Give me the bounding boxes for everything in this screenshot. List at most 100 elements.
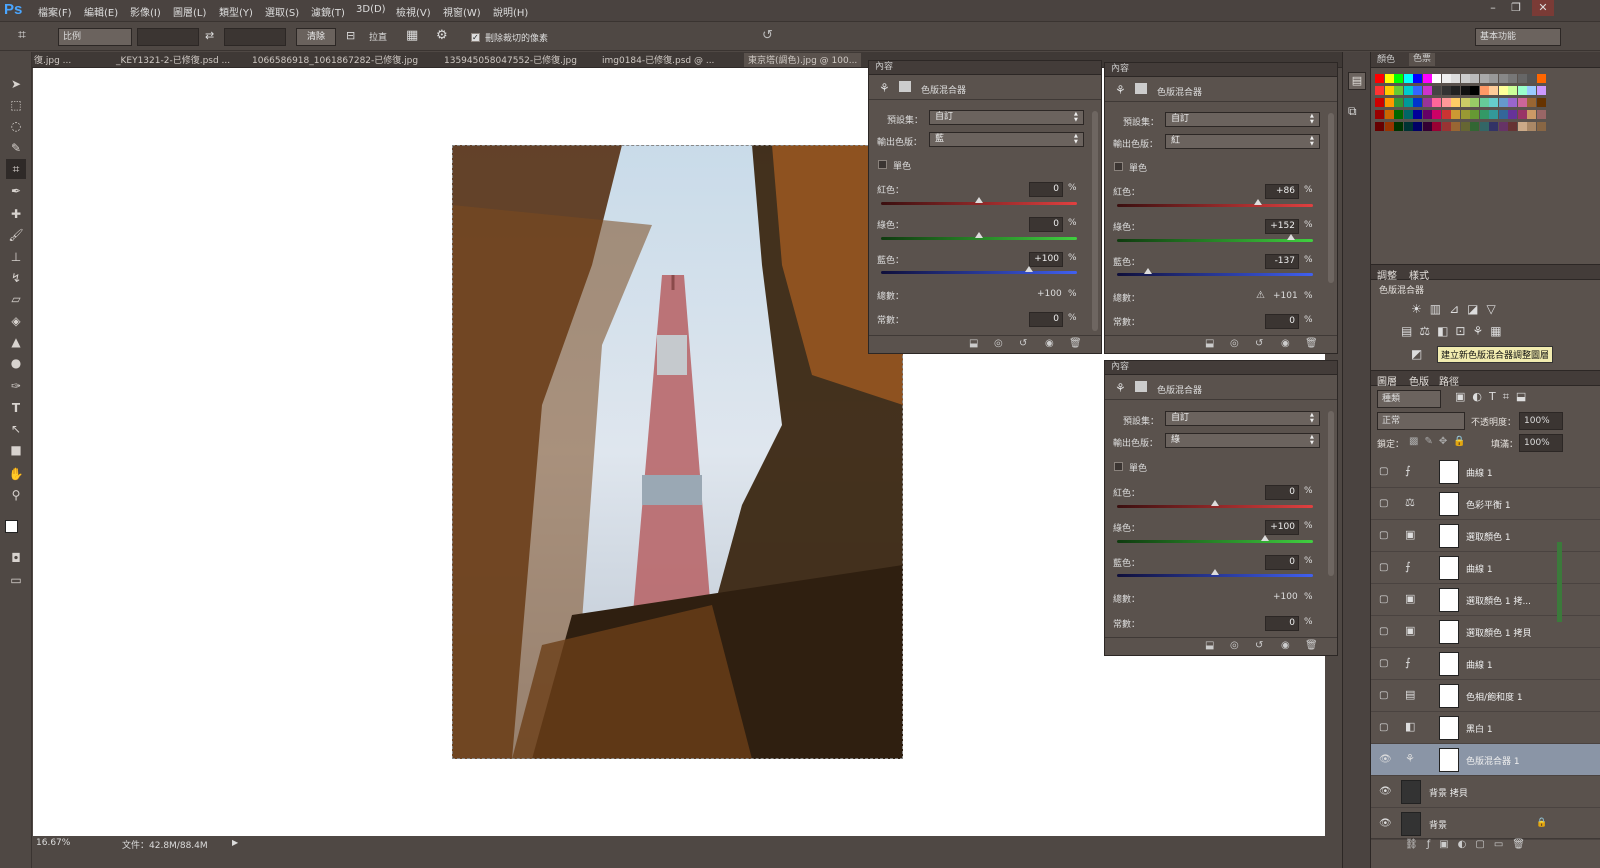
preset-select[interactable]: 自訂 — [1165, 411, 1320, 426]
color-swatch[interactable] — [1498, 86, 1508, 95]
trash-icon[interactable]: 🗑 — [1305, 640, 1318, 651]
red-slider-thumb[interactable] — [975, 197, 983, 203]
visibility-icon[interactable]: ◉ — [1281, 338, 1290, 349]
color-swatch[interactable] — [1460, 86, 1470, 95]
layer-kind-filter[interactable]: 種類 — [1377, 390, 1441, 408]
color-swatch[interactable] — [1479, 74, 1489, 83]
layer-row[interactable]: ▢ ⨍ 曲線 1 — [1371, 456, 1600, 488]
doc-tab[interactable]: _KEY1321-2-已修復.psd ... — [116, 53, 230, 67]
output-channel-select[interactable]: 紅 — [1165, 134, 1320, 149]
reset-icon[interactable]: ↺ — [762, 28, 773, 43]
layer-mask-thumbnail[interactable] — [1439, 716, 1459, 740]
color-swatch[interactable] — [1384, 110, 1394, 119]
preset-select[interactable]: 自訂 — [1165, 112, 1320, 127]
color-swatch[interactable] — [1451, 98, 1460, 107]
color-swatch[interactable] — [1375, 98, 1384, 107]
color-swatch[interactable] — [1479, 122, 1489, 131]
width-input[interactable] — [137, 28, 199, 46]
path-select-icon[interactable]: ↖ — [6, 419, 26, 439]
trash-icon[interactable]: 🗑 — [1069, 338, 1082, 349]
menu-select[interactable]: 選取(S) — [265, 4, 299, 19]
gear-icon[interactable]: ⚙ — [436, 28, 448, 43]
adjustment-icons-row-1[interactable]: ☀▥⊿◪▽ — [1411, 302, 1504, 316]
doc-tab[interactable]: img0184-已修復.psd @ ... — [602, 53, 714, 67]
swatches-grid[interactable] — [1375, 74, 1550, 144]
layer-mask-thumbnail[interactable] — [1439, 620, 1459, 644]
red-value[interactable]: +86 — [1265, 184, 1299, 199]
constant-value[interactable]: 0 — [1265, 616, 1299, 631]
color-swatch[interactable] — [1403, 110, 1413, 119]
panel-tab[interactable]: 內容 — [1105, 361, 1337, 375]
color-swatch[interactable] — [1413, 110, 1422, 119]
healing-tool-icon[interactable]: ✚ — [6, 204, 26, 224]
blue-slider-thumb[interactable] — [1144, 268, 1152, 274]
view-previous-icon[interactable]: ◎ — [1230, 338, 1239, 349]
visibility-eye-icon[interactable]: ▢ — [1379, 594, 1388, 605]
menu-edit[interactable]: 編輯(E) — [84, 4, 118, 19]
menu-layer[interactable]: 圖層(L) — [173, 4, 206, 19]
color-swatch[interactable] — [1460, 98, 1470, 107]
move-tool-icon[interactable]: ➤ — [6, 74, 26, 94]
layer-row[interactable]: ▢ ⨍ 曲線 1 — [1371, 552, 1600, 584]
color-swatch[interactable] — [1375, 110, 1384, 119]
color-swatch[interactable] — [1517, 74, 1527, 83]
color-swatch[interactable] — [1470, 110, 1479, 119]
eyedropper-tool-icon[interactable]: ✒ — [6, 181, 26, 201]
color-swatch[interactable] — [1403, 86, 1413, 95]
screen-mode-icon[interactable]: ▭ — [6, 570, 26, 590]
tab-color[interactable]: 顏色 — [1377, 54, 1395, 67]
view-previous-icon[interactable]: ◎ — [994, 338, 1003, 349]
layer-mask-thumbnail[interactable] — [1439, 652, 1459, 676]
layer-row[interactable]: ▢ ▣ 選取顏色 1 拷... — [1371, 584, 1600, 616]
layer-name[interactable]: 選取顏色 1 — [1466, 530, 1511, 543]
color-swatch[interactable] — [1517, 122, 1527, 131]
visibility-eye-icon[interactable]: ▢ — [1379, 530, 1388, 541]
dodge-tool-icon[interactable]: ● — [6, 353, 26, 373]
menu-3d[interactable]: 3D(D) — [356, 4, 386, 15]
color-swatch[interactable] — [1422, 86, 1432, 95]
layer-mask-thumbnail[interactable] — [1439, 748, 1459, 772]
color-swatch[interactable] — [1527, 110, 1536, 119]
swap-icon[interactable]: ⇄ — [205, 29, 214, 42]
output-channel-select[interactable]: 藍 — [929, 132, 1084, 147]
layer-mask-thumbnail[interactable] — [1439, 492, 1459, 516]
color-swatch[interactable] — [1394, 122, 1403, 131]
trash-icon[interactable]: 🗑 — [1305, 338, 1318, 349]
color-swatch[interactable] — [1394, 74, 1403, 83]
color-swatch[interactable] — [1489, 74, 1498, 83]
red-value[interactable]: 0 — [1029, 182, 1063, 197]
green-slider-thumb[interactable] — [1261, 535, 1269, 541]
color-swatch[interactable] — [1394, 110, 1403, 119]
monochrome-checkbox[interactable] — [878, 160, 887, 169]
blue-value[interactable]: +100 — [1029, 252, 1063, 267]
doc-tab-active[interactable]: 東京塔(調色).jpg @ 100... — [744, 53, 862, 67]
color-swatch[interactable] — [1460, 110, 1470, 119]
layer-name[interactable]: 背景 拷貝 — [1429, 786, 1468, 799]
rectangle-tool-icon[interactable]: ■ — [6, 440, 26, 460]
color-swatch[interactable] — [1536, 74, 1546, 83]
opacity-input[interactable]: 100% — [1519, 412, 1563, 430]
color-swatch[interactable] — [1517, 98, 1527, 107]
blue-value[interactable]: -137 — [1265, 254, 1299, 269]
tab-swatches[interactable]: 色票 — [1409, 53, 1436, 66]
color-swatch[interactable] — [1470, 98, 1479, 107]
layer-mask-thumbnail[interactable] — [1439, 588, 1459, 612]
red-value[interactable]: 0 — [1265, 485, 1299, 500]
layer-name[interactable]: 選取顏色 1 拷... — [1466, 594, 1531, 607]
foreground-color[interactable] — [5, 520, 18, 533]
monochrome-checkbox[interactable] — [1114, 462, 1123, 471]
menu-help[interactable]: 說明(H) — [493, 4, 528, 19]
layer-row[interactable]: ▢ ▣ 選取顏色 1 — [1371, 520, 1600, 552]
layer-row[interactable]: 👁 ⚘ 色版混合器 1 — [1371, 744, 1600, 776]
reset-icon[interactable]: ↺ — [1019, 338, 1027, 349]
layer-mask-thumbnail[interactable] — [1439, 556, 1459, 580]
layer-mask-thumbnail[interactable] — [1439, 460, 1459, 484]
color-swatch[interactable] — [1422, 110, 1432, 119]
tab-channels[interactable]: 色版 — [1409, 373, 1429, 388]
color-swatch[interactable] — [1432, 110, 1441, 119]
color-swatch[interactable] — [1517, 86, 1527, 95]
height-input[interactable] — [224, 28, 286, 46]
color-swatch[interactable] — [1470, 122, 1479, 131]
close-button[interactable]: ✕ — [1532, 0, 1554, 16]
color-swatch[interactable] — [1441, 110, 1451, 119]
